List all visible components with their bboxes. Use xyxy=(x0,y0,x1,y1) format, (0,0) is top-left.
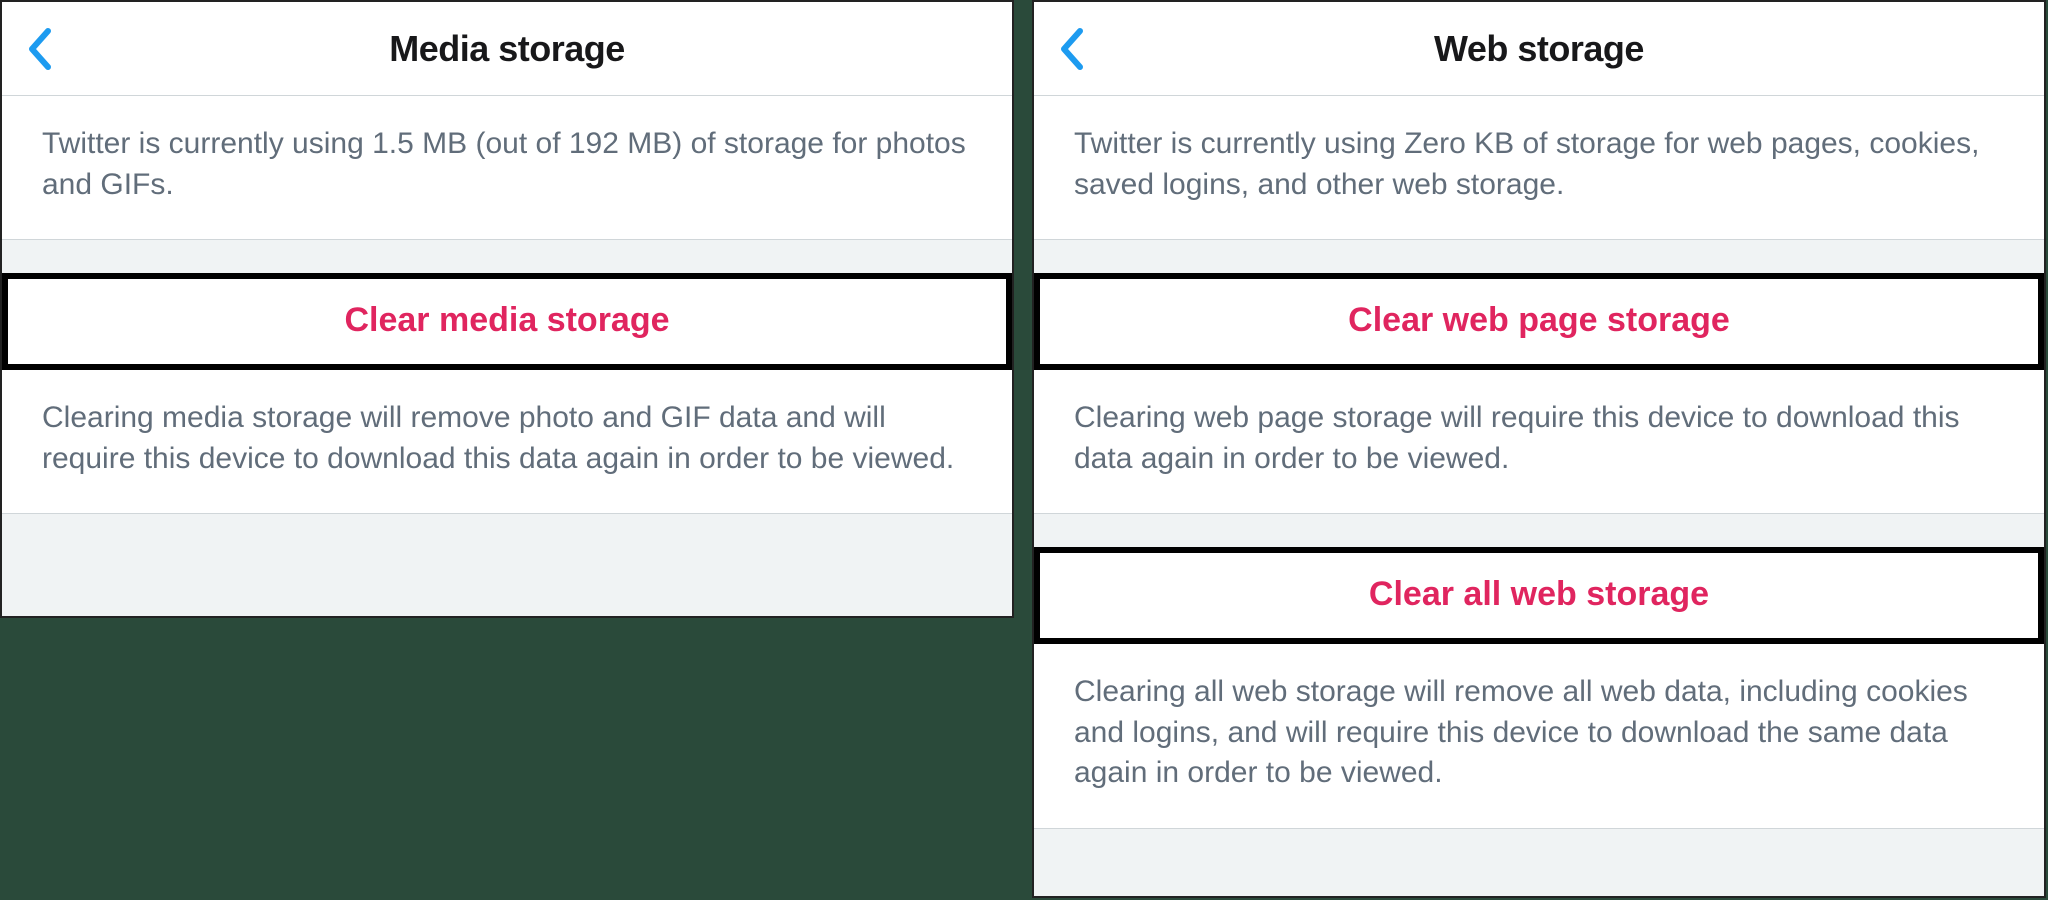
chevron-left-icon xyxy=(1058,27,1086,71)
back-button[interactable] xyxy=(1058,27,1086,71)
header: Media storage xyxy=(2,2,1012,96)
clear-all-web-storage-button[interactable]: Clear all web storage xyxy=(1034,547,2044,644)
storage-usage-text: Twitter is currently using 1.5 MB (out o… xyxy=(2,96,1012,240)
clear-media-description: Clearing media storage will remove photo… xyxy=(2,370,1012,514)
back-button[interactable] xyxy=(26,27,54,71)
media-storage-panel: Media storage Twitter is currently using… xyxy=(0,0,1014,618)
header: Web storage xyxy=(1034,2,2044,96)
section-gap xyxy=(2,240,1012,273)
section-gap xyxy=(1034,240,2044,273)
chevron-left-icon xyxy=(26,27,54,71)
clear-all-web-description: Clearing all web storage will remove all… xyxy=(1034,644,2044,829)
clear-web-page-description: Clearing web page storage will require t… xyxy=(1034,370,2044,514)
clear-media-storage-button[interactable]: Clear media storage xyxy=(2,273,1012,370)
page-title: Media storage xyxy=(389,28,625,70)
page-title: Web storage xyxy=(1434,28,1644,70)
web-storage-panel: Web storage Twitter is currently using Z… xyxy=(1032,0,2046,898)
section-gap xyxy=(1034,514,2044,547)
storage-usage-text: Twitter is currently using Zero KB of st… xyxy=(1034,96,2044,240)
clear-web-page-storage-button[interactable]: Clear web page storage xyxy=(1034,273,2044,370)
